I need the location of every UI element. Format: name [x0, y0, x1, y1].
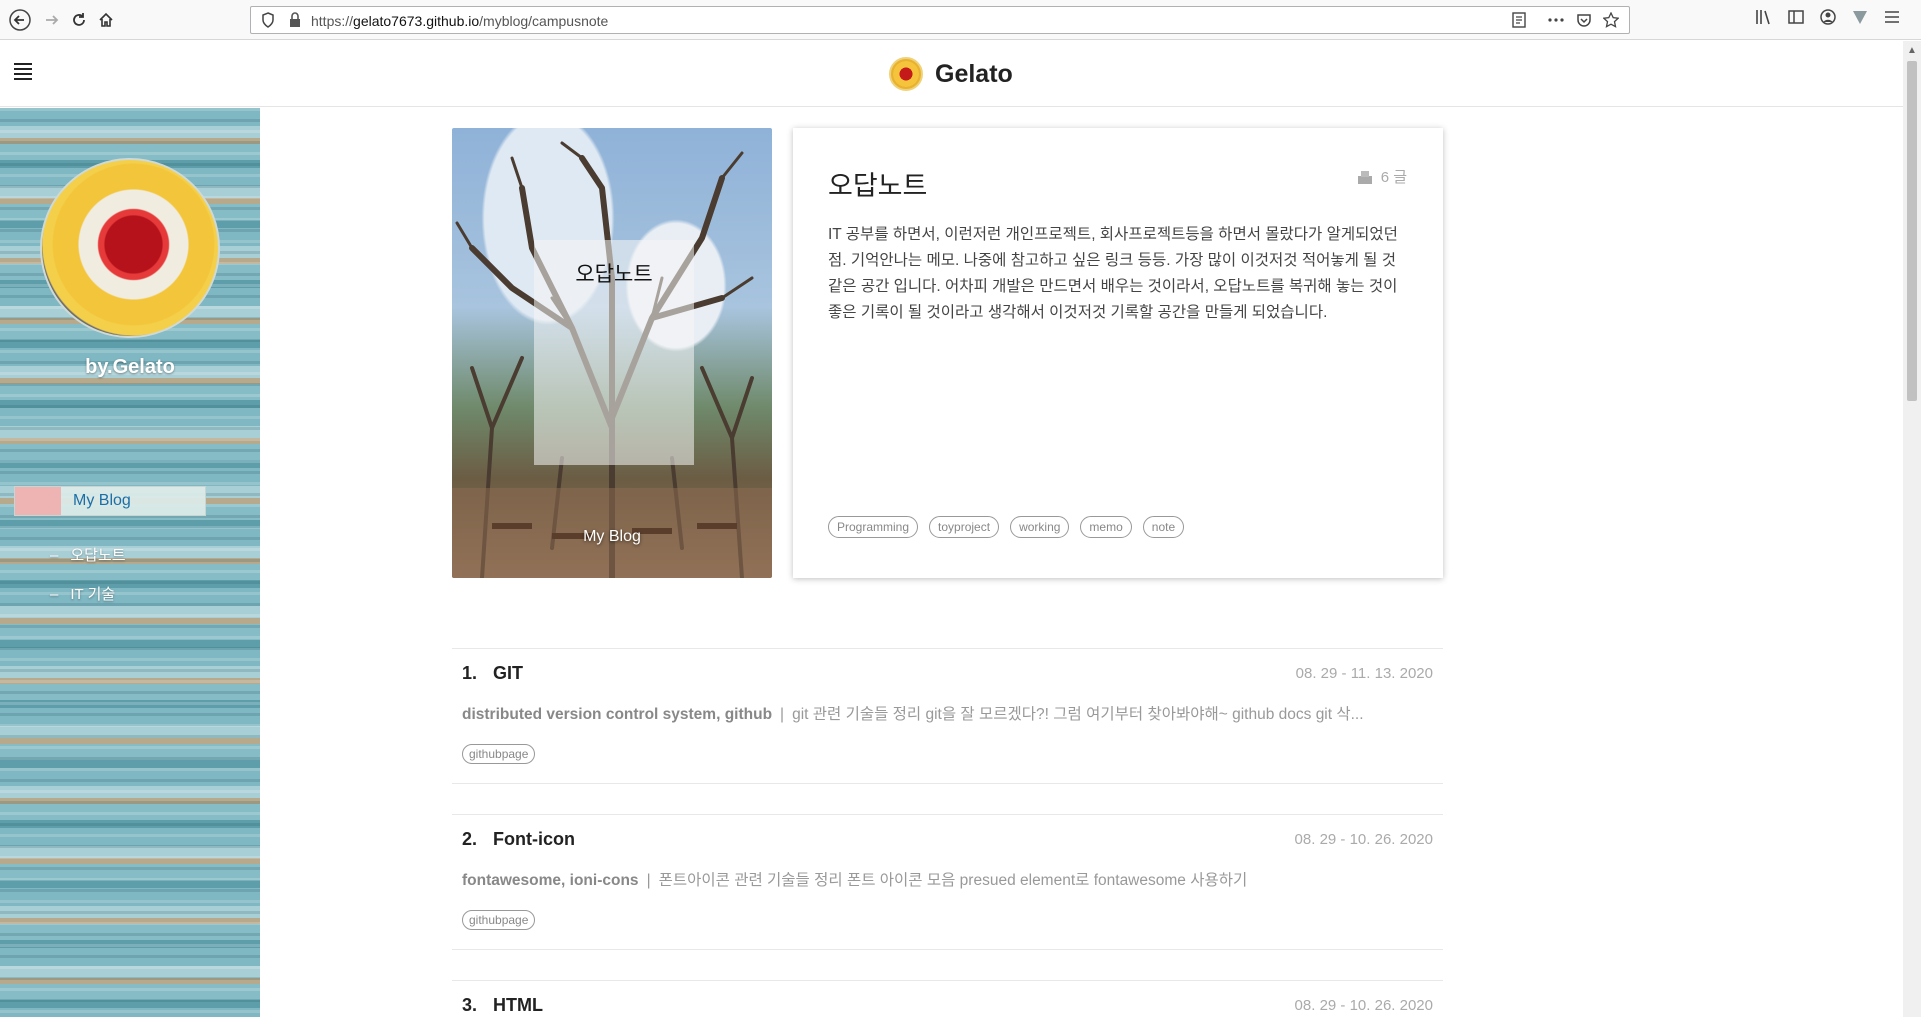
more-actions-icon[interactable]: [1547, 12, 1565, 33]
sidebar: by.Gelato My Blog – 오답노트 – IT 기술: [0, 108, 260, 1017]
sidebar-item-label: IT 기술: [70, 586, 116, 603]
tag-chip[interactable]: memo: [1080, 516, 1132, 538]
byline: by.Gelato: [85, 356, 175, 378]
post-title[interactable]: 3. HTML: [462, 995, 543, 1016]
category-description: IT 공부를 하면서, 이런저런 개인프로젝트, 회사프로젝트등을 하면서 몰랐…: [828, 226, 1398, 321]
post-number: 2.: [462, 829, 478, 849]
forward-arrow-icon[interactable]: [40, 8, 64, 32]
post-title-text: GIT: [493, 663, 524, 683]
post-tags: githubpage: [462, 910, 536, 930]
sidebar-item-wrong-answer-note[interactable]: – 오답노트: [50, 544, 126, 565]
category-title: 오답노트: [828, 171, 928, 201]
summary-separator: |: [646, 872, 651, 889]
brand[interactable]: Gelato: [889, 57, 1013, 91]
cover-title: 오답노트: [575, 263, 653, 286]
url-path: /myblog/campusnote: [479, 13, 609, 29]
sidebar-item-it-tech[interactable]: – IT 기술: [50, 583, 115, 604]
post-summary-text: 폰트아이콘 관련 기술들 정리 폰트 아이콘 모음 presued elemen…: [658, 872, 1248, 889]
sidebar-item-my-blog[interactable]: My Blog: [14, 486, 206, 516]
post-date: 08. 29 - 10. 26. 2020: [1294, 997, 1433, 1014]
scroll-up-arrow-icon[interactable]: ▲: [1907, 45, 1917, 56]
post-number: 3.: [462, 995, 478, 1015]
post-list-item[interactable]: 3. HTML 08. 29 - 10. 26. 2020: [452, 980, 1443, 1017]
url-scheme: https://: [311, 13, 354, 29]
post-keywords: fontawesome, ioni-cons: [462, 872, 639, 889]
tag-chip[interactable]: Programming: [828, 516, 919, 538]
tag-chip[interactable]: githubpage: [462, 744, 536, 764]
address-bar[interactable]: https://gelato7673.github.io/myblog/camp…: [250, 6, 1630, 34]
reader-view-icon[interactable]: [1511, 12, 1527, 33]
hamburger-menu-icon[interactable]: [14, 63, 32, 80]
post-count-label: 6 글: [1380, 169, 1407, 186]
post-date: 08. 29 - 10. 26. 2020: [1294, 831, 1433, 848]
brand-name: Gelato: [935, 59, 1013, 88]
post-title[interactable]: 2. Font-icon: [462, 829, 575, 850]
extension-icon[interactable]: [1851, 8, 1869, 31]
category-tags: Programming toyproject working memo note: [828, 516, 1185, 538]
browser-toolbar: https://gelato7673.github.io/myblog/camp…: [0, 0, 1921, 40]
post-list-item[interactable]: 1. GIT 08. 29 - 11. 13. 2020 distributed …: [452, 648, 1443, 784]
post-number: 1.: [462, 663, 478, 683]
sidebar-item-label: 오답노트: [70, 547, 126, 564]
post-title-text: Font-icon: [493, 829, 575, 849]
reload-icon[interactable]: [67, 8, 91, 32]
category-info-card: 오답노트 6 글 IT 공부를 하면서, 이런저런 개인프로젝트, 회사프로젝트…: [793, 128, 1443, 578]
post-summary: distributed version control system, gith…: [462, 702, 1432, 724]
site-header: Gelato: [0, 41, 1903, 107]
sidebar-item-label: My Blog: [73, 492, 131, 509]
page-scrollbar[interactable]: ▲: [1903, 41, 1921, 1017]
avatar: [40, 158, 220, 338]
pocket-icon[interactable]: [1576, 12, 1592, 33]
post-date: 08. 29 - 11. 13. 2020: [1295, 665, 1433, 682]
tracking-shield-icon[interactable]: [261, 12, 275, 33]
account-icon[interactable]: [1819, 8, 1837, 31]
category-cover-image[interactable]: 오답노트 My Blog: [452, 128, 772, 578]
post-tags: githubpage: [462, 744, 536, 764]
post-summary-text: git 관련 기술들 정리 git을 잘 모르겠다?! 그럼 여기부터 찾아봐야…: [792, 706, 1364, 723]
scroll-thumb[interactable]: [1907, 61, 1917, 401]
post-summary: fontawesome, ioni-cons | 폰트아이콘 관련 기술들 정리 폰…: [462, 868, 1432, 890]
post-list-item[interactable]: 2. Font-icon 08. 29 - 10. 26. 2020 fontaw…: [452, 814, 1443, 950]
url-host: gelato7673.github.io: [353, 13, 480, 29]
brand-logo: [889, 57, 923, 91]
summary-separator: |: [780, 706, 785, 723]
document-stack-icon: [1357, 170, 1372, 184]
tag-chip[interactable]: githubpage: [462, 910, 536, 930]
tag-chip[interactable]: working: [1010, 516, 1070, 538]
tag-chip[interactable]: note: [1142, 516, 1185, 538]
app-menu-icon[interactable]: [1883, 8, 1901, 31]
tag-chip[interactable]: toyproject: [929, 516, 1000, 538]
post-title-text: HTML: [493, 995, 543, 1015]
post-count: 6 글: [1357, 166, 1407, 187]
home-icon[interactable]: [94, 8, 118, 32]
bookmark-star-icon[interactable]: [1602, 11, 1620, 33]
active-marker: [15, 487, 61, 515]
cover-subtitle[interactable]: My Blog: [452, 528, 772, 546]
back-arrow-icon[interactable]: [8, 8, 32, 32]
post-keywords: distributed version control system, gith…: [462, 706, 773, 723]
url-text[interactable]: https://gelato7673.github.io/myblog/camp…: [311, 13, 608, 29]
lock-icon[interactable]: [289, 12, 301, 33]
post-title[interactable]: 1. GIT: [462, 663, 523, 684]
sidebar-toggle-icon[interactable]: [1787, 8, 1805, 31]
library-icon[interactable]: [1755, 8, 1773, 31]
